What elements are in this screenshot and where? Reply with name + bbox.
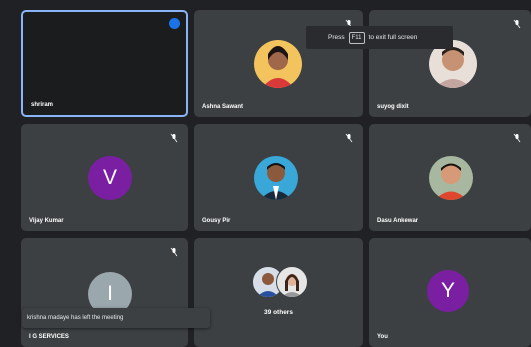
mic-off-icon [170,133,178,143]
avatar [254,40,302,88]
participant-tile-vijay[interactable]: V Vijay Kumar [21,124,188,231]
mic-off-icon [513,133,521,143]
avatar [429,156,473,200]
participant-name: Gousy Pir [202,218,231,224]
speaking-indicator-icon [169,18,180,29]
others-count: 39 others [264,309,293,316]
participant-tile-shriram[interactable]: shriram [21,10,188,117]
participant-name: Ashna Sawant [202,104,244,110]
participant-name: You [377,334,388,340]
participant-name: Vijay Kumar [29,218,64,224]
participant-name: Dasu Ankewar [377,218,419,224]
avatar: V [88,156,132,200]
participant-tile-gousy[interactable]: Gousy Pir [194,124,363,231]
mic-off-icon [170,247,178,257]
meeting-grid: { "tiles": [ {"name": "shriram", "kind":… [0,0,531,347]
participant-tile-dasu[interactable]: Dasu Ankewar [369,124,531,231]
mic-off-icon [345,133,353,143]
participant-name: shriram [31,102,54,108]
avatar [276,266,308,298]
avatar: Y [427,270,469,312]
fullscreen-hint: Press F11 to exit full screen [306,26,453,49]
participant-tile-you[interactable]: Y You [369,238,531,347]
mic-off-icon [513,19,521,29]
participant-tile-ig-services[interactable]: I I G SERVICES [21,238,188,347]
f11-key: F11 [348,31,365,44]
participant-name: I G SERVICES [29,334,69,340]
notification-toast: krishna madaye has left the meeting [22,308,210,328]
participant-tile-others[interactable]: 39 others [194,238,363,347]
participant-name: suyog dixit [377,104,409,110]
avatar [254,156,298,200]
